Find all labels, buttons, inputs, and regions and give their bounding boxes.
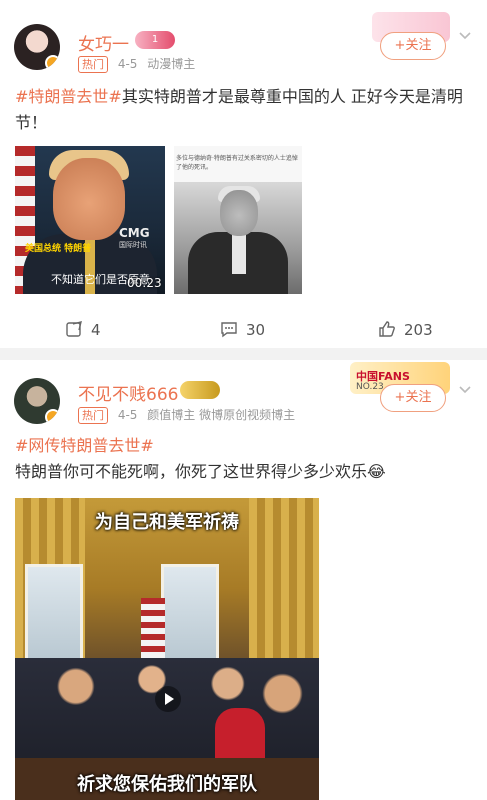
user-avatar[interactable] bbox=[14, 378, 60, 424]
level-badge bbox=[180, 381, 220, 399]
follow-button[interactable]: +关注 bbox=[380, 32, 446, 60]
fan-decoration-number: NO.23 bbox=[356, 382, 384, 392]
post-text: #网传特朗普去世# 特朗普你可不能死啊，你死了这世界得少多少欢乐😂 bbox=[15, 433, 475, 485]
video-top-caption: 为自己和美军祈祷 bbox=[95, 512, 239, 533]
hot-label: 热门 bbox=[78, 56, 108, 73]
image-caption: 多位与德纳奇·特朗普有过关系密切的人士追悼了他的死讯。 bbox=[176, 155, 298, 171]
post-image[interactable]: 多位与德纳奇·特朗普有过关系密切的人士追悼了他的死讯。 bbox=[174, 146, 302, 294]
comment-button[interactable]: 30 bbox=[220, 318, 265, 342]
user-avatar[interactable] bbox=[14, 24, 60, 70]
video-caption-name: 美国总统 特朗普 bbox=[25, 244, 92, 254]
user-tags: 颜值博主 微博原创视频博主 bbox=[147, 408, 296, 422]
level-badge: 1 bbox=[135, 31, 175, 49]
post-divider bbox=[0, 348, 487, 360]
post-video[interactable]: 为自己和美军祈祷 祈求您保佑我们的军队 bbox=[15, 498, 319, 800]
follow-button[interactable]: +关注 bbox=[380, 384, 446, 412]
comment-icon bbox=[221, 322, 237, 338]
verified-badge-icon bbox=[45, 409, 60, 424]
play-icon[interactable] bbox=[155, 686, 181, 712]
post-date: 4-5 bbox=[117, 57, 138, 71]
repost-count: 4 bbox=[91, 321, 101, 339]
cmg-logo-sub: 国际时讯 bbox=[119, 241, 147, 249]
username[interactable]: 女巧一 bbox=[78, 30, 129, 55]
comment-count: 30 bbox=[246, 321, 266, 339]
post-meta: 热门 4-5 颜值博主 微博原创视频博主 bbox=[78, 406, 295, 424]
verified-badge-icon bbox=[45, 55, 60, 70]
username[interactable]: 不见不贱666 bbox=[78, 380, 178, 405]
post-video-thumbnail[interactable]: 美国总统 特朗普 CMG 国际时讯 不知道它们是否原意 00:23 bbox=[15, 146, 165, 294]
user-tags: 动漫博主 bbox=[147, 57, 196, 71]
feed-post-2: 不见不贱666 热门 4-5 颜值博主 微博原创视频博主 中国FANS NO.2… bbox=[0, 360, 487, 800]
post-body: 特朗普你可不能死啊，你死了这世界得少多少欢乐😂 bbox=[15, 462, 386, 481]
chevron-down-icon[interactable] bbox=[458, 28, 472, 42]
cmg-logo: CMG bbox=[119, 226, 150, 240]
video-bottom-caption: 祈求您保佑我们的军队 bbox=[77, 774, 257, 795]
like-icon bbox=[379, 321, 395, 337]
feed-post-1: 女巧一 1 热门 4-5 动漫博主 +关注 #特朗普去世#其实特朗普才是最尊重中… bbox=[0, 0, 487, 348]
video-duration: 00:23 bbox=[127, 276, 162, 290]
topic-link[interactable]: #网传特朗普去世# bbox=[15, 436, 154, 455]
post-text: #特朗普去世#其实特朗普才是最尊重中国的人 正好今天是清明节！ bbox=[15, 84, 475, 136]
repost-button[interactable]: 4 bbox=[65, 318, 101, 342]
like-count: 203 bbox=[404, 321, 433, 339]
like-button[interactable]: 203 bbox=[378, 318, 433, 342]
hot-label: 热门 bbox=[78, 407, 108, 424]
topic-link[interactable]: #特朗普去世# bbox=[15, 87, 122, 106]
post-date: 4-5 bbox=[117, 408, 138, 422]
post-meta: 热门 4-5 动漫博主 bbox=[78, 55, 195, 73]
post-actions: 4 30 203 bbox=[0, 318, 487, 342]
chevron-down-icon[interactable] bbox=[458, 382, 472, 396]
repost-icon bbox=[66, 321, 82, 337]
